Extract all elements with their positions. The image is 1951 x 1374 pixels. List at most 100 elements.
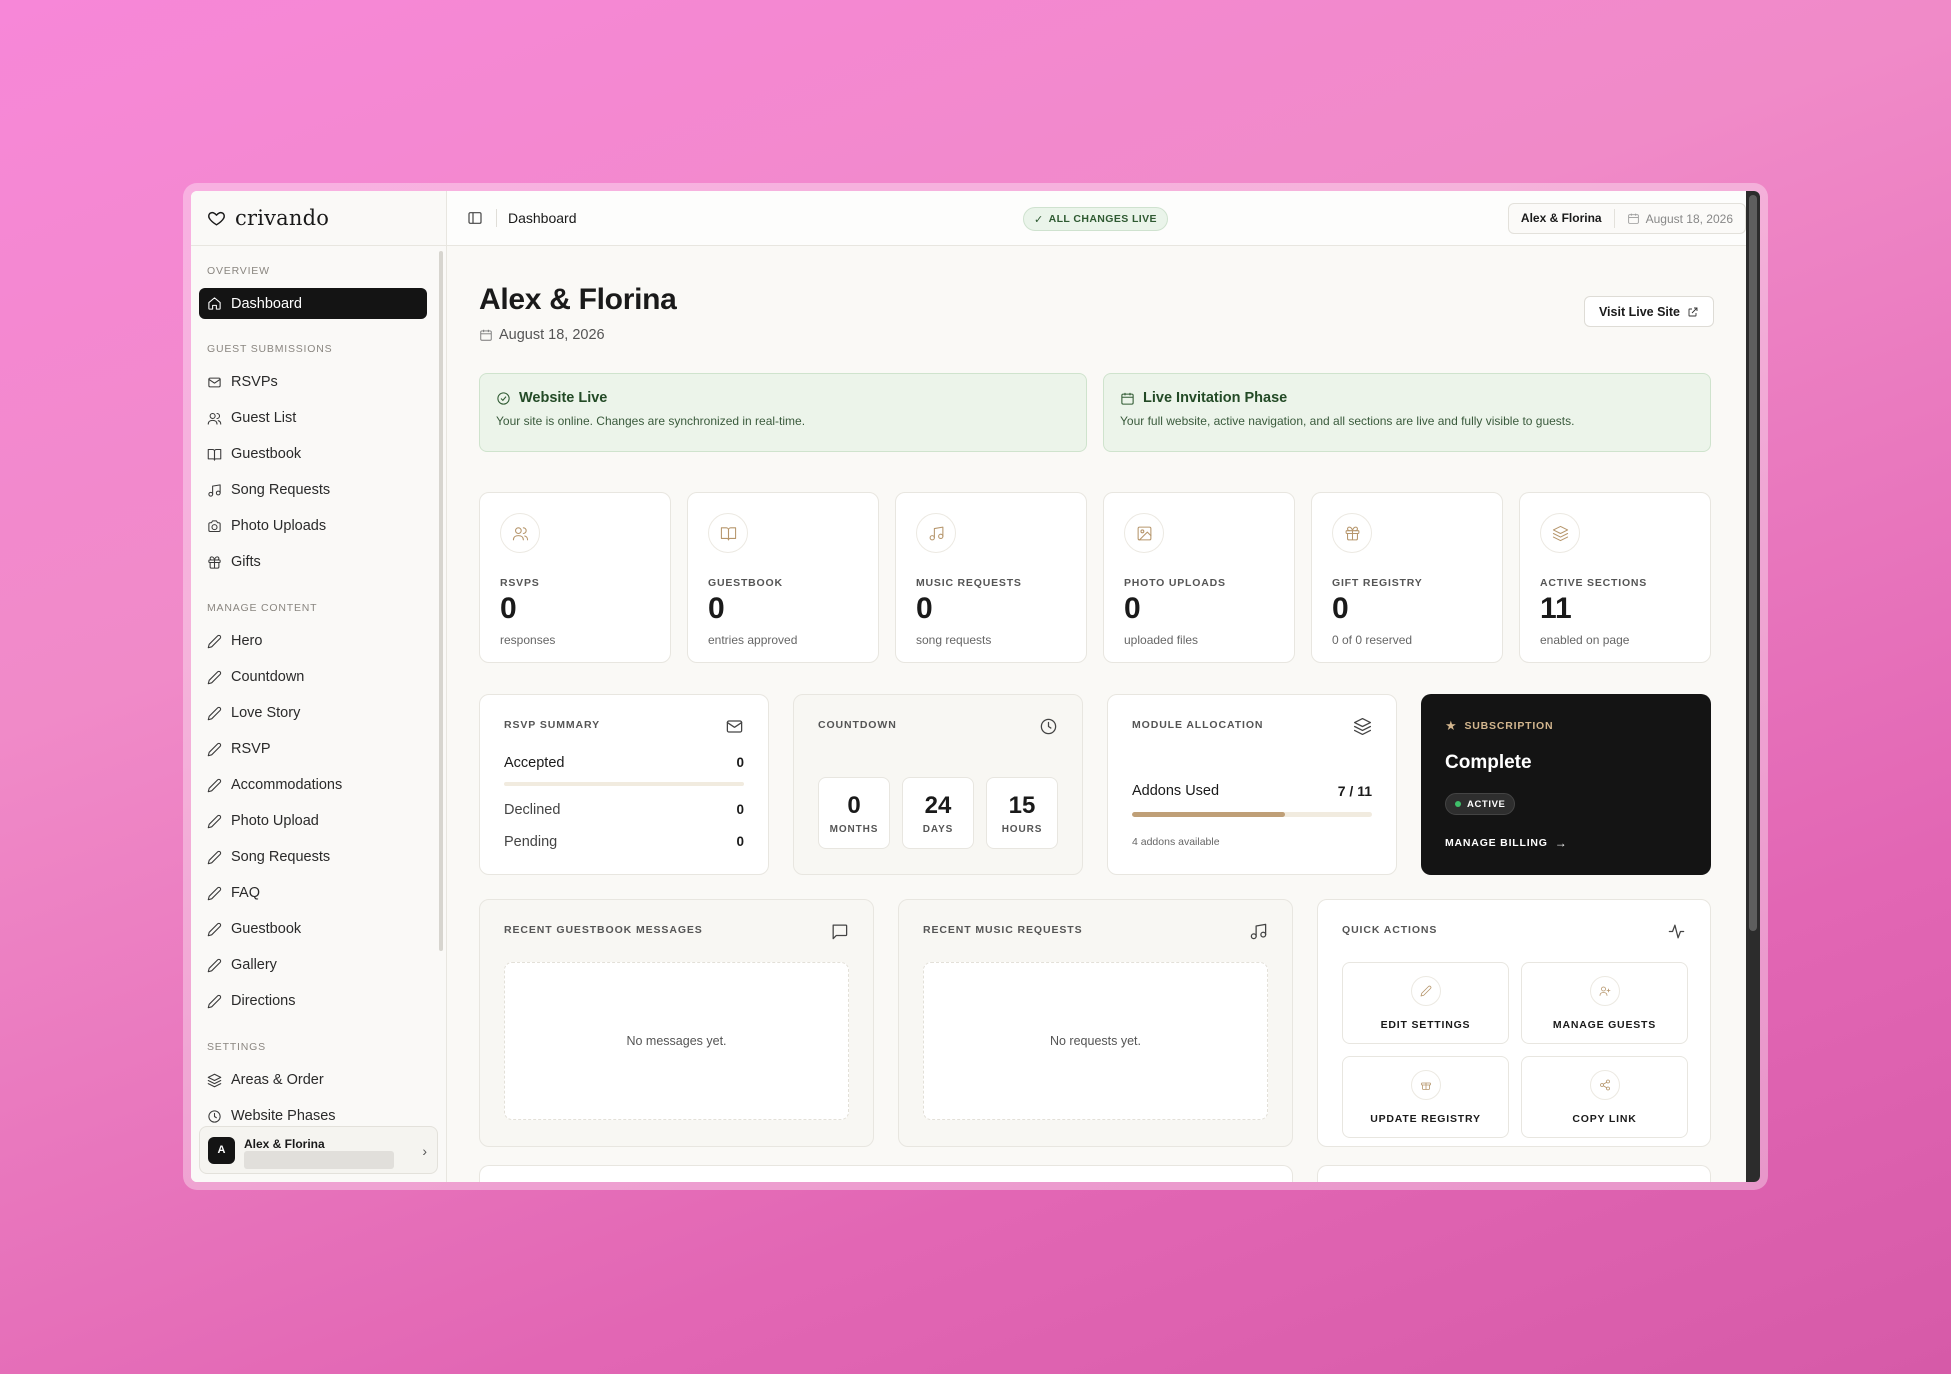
layers-icon — [207, 1073, 222, 1087]
sidebar-item-faq[interactable]: FAQ — [199, 877, 438, 909]
clock-icon — [1040, 718, 1057, 735]
card-title: RSVP SUMMARY — [504, 719, 600, 731]
stat-card-guestbook[interactable]: GUESTBOOK 0 entries approved — [687, 492, 879, 663]
stat-value: 0 — [1332, 592, 1349, 625]
sidebar-item-label: Countdown — [231, 669, 305, 685]
pencil-icon — [207, 670, 222, 684]
sidebar-item-label: RSVP — [231, 741, 271, 757]
sidebar-toggle-icon[interactable] — [467, 210, 483, 226]
sidebar-item-hero[interactable]: Hero — [199, 625, 438, 657]
stat-value: 0 — [500, 592, 517, 625]
stat-card-active-sections[interactable]: ACTIVE SECTIONS 11 enabled on page — [1519, 492, 1711, 663]
sidebar-item-label: Areas & Order — [231, 1072, 324, 1088]
update-registry-button[interactable]: UPDATE REGISTRY — [1342, 1056, 1509, 1138]
visit-live-site-button[interactable]: Visit Live Site — [1583, 296, 1714, 327]
stat-card-photo-uploads[interactable]: PHOTO UPLOADS 0 uploaded files — [1103, 492, 1295, 663]
addons-used-value: 7 / 11 — [1337, 783, 1372, 799]
copy-link-button[interactable]: COPY LINK — [1521, 1056, 1688, 1138]
banner-title: Website Live — [519, 390, 608, 406]
gift-icon — [208, 555, 221, 569]
topbar: Dashboard ✓ ALL CHANGES LIVE Alex & Flor… — [447, 191, 1760, 246]
page-scrollbar[interactable] — [1746, 191, 1760, 1182]
stat-value: 11 — [1540, 592, 1572, 625]
stat-card-gift-registry[interactable]: GIFT REGISTRY 0 0 of 0 reserved — [1311, 492, 1503, 663]
sidebar-item-dashboard[interactable]: Dashboard — [199, 288, 427, 319]
countdown-hours-value: 15 — [1008, 792, 1036, 819]
pencil-icon — [207, 994, 222, 1008]
check-icon: ✓ — [1034, 213, 1044, 226]
mail-icon — [208, 377, 221, 387]
card-title: QUICK ACTIONS — [1342, 924, 1438, 936]
countdown-hours-label: HOURS — [1001, 824, 1043, 835]
stat-value: 0 — [1124, 592, 1141, 625]
sidebar-item-guestbook[interactable]: Guestbook — [199, 438, 438, 470]
clock-icon — [208, 1109, 221, 1123]
stat-card-music-requests[interactable]: MUSIC REQUESTS 0 song requests — [895, 492, 1087, 663]
stat-subtext: responses — [500, 633, 556, 647]
sidebar-item-photo-upload[interactable]: Photo Upload — [199, 805, 438, 837]
music-icon — [916, 513, 956, 553]
image-icon — [1124, 513, 1164, 553]
stat-card-rsvps[interactable]: RSVPS 0 responses — [479, 492, 671, 663]
pencil-icon — [207, 814, 222, 828]
brand[interactable]: crivando — [191, 191, 446, 246]
pencil-icon — [207, 958, 222, 972]
dashboard-content: Alex & Florina August 18, 2026 Visit Liv… — [447, 247, 1746, 1182]
sidebar-item-gifts[interactable]: Gifts — [199, 546, 438, 578]
stat-label: GIFT REGISTRY — [1332, 577, 1423, 589]
sidebar-item-areas-order[interactable]: Areas & Order — [199, 1064, 438, 1096]
sidebar-item-photo-uploads[interactable]: Photo Uploads — [199, 510, 438, 542]
manage-billing-link[interactable]: MANAGE BILLING → — [1445, 836, 1568, 850]
camera-icon — [208, 519, 221, 532]
stat-subtext: 0 of 0 reserved — [1332, 633, 1413, 647]
sidebar-item-song-requests[interactable]: Song Requests — [199, 474, 438, 506]
sidebar-item-guest-list[interactable]: Guest List — [199, 402, 438, 434]
layers-icon — [1353, 717, 1372, 736]
sidebar-item-guestbook-content[interactable]: Guestbook — [199, 913, 438, 945]
wedding-date: August 18, 2026 — [479, 327, 605, 343]
sidebar-item-label: Website Phases — [231, 1108, 336, 1124]
couple-name: Alex & Florina — [1509, 209, 1615, 228]
edit-settings-button[interactable]: EDIT SETTINGS — [1342, 962, 1509, 1044]
quick-actions-card: QUICK ACTIONS EDIT SETTINGS MANAGE GUEST… — [1317, 899, 1711, 1147]
rsvp-declined-value: 0 — [736, 802, 744, 817]
pencil-icon — [207, 850, 222, 864]
next-card-row — [479, 1165, 1293, 1182]
status-badge-label: ACTIVE — [1467, 798, 1506, 810]
sidebar-item-love-story[interactable]: Love Story — [199, 697, 438, 729]
addons-progress-bar — [1132, 812, 1372, 817]
rsvp-accepted-value: 0 — [736, 755, 744, 770]
sidebar-item-label: Dashboard — [231, 295, 302, 312]
star-icon: ★ — [1445, 718, 1458, 733]
activity-icon — [1668, 924, 1685, 939]
sidebar-item-rsvps[interactable]: RSVPs — [199, 366, 438, 398]
stat-value: 0 — [708, 592, 725, 625]
sidebar-item-website-phases[interactable]: Website Phases — [199, 1100, 438, 1124]
sidebar-item-gallery[interactable]: Gallery — [199, 949, 438, 981]
countdown-months-label: MONTHS — [829, 824, 879, 835]
breadcrumb: Dashboard — [508, 210, 577, 226]
share-icon — [1589, 1070, 1620, 1100]
sidebar-item-directions[interactable]: Directions — [199, 985, 438, 1017]
sidebar-item-label: Song Requests — [231, 482, 331, 498]
addons-progress-fill — [1132, 812, 1285, 817]
gift-icon — [1332, 513, 1372, 553]
sidebar-item-song-requests-content[interactable]: Song Requests — [199, 841, 438, 873]
manage-guests-button[interactable]: MANAGE GUESTS — [1521, 962, 1688, 1044]
sidebar-scrollbar[interactable] — [439, 251, 443, 951]
sidebar-item-countdown[interactable]: Countdown — [199, 661, 438, 693]
sidebar-item-rsvp[interactable]: RSVP — [199, 733, 438, 765]
next-card-row — [1317, 1165, 1711, 1182]
sidebar-item-label: Photo Upload — [231, 813, 319, 829]
user-menu[interactable]: A Alex & Florina › — [199, 1126, 438, 1174]
pencil-icon — [207, 742, 222, 756]
pencil-icon — [207, 922, 222, 936]
stat-value: 0 — [916, 592, 933, 625]
users-icon — [500, 513, 540, 553]
invitation-phase-banner: Live Invitation Phase Your full website,… — [1103, 373, 1711, 452]
stat-label: ACTIVE SECTIONS — [1540, 577, 1648, 589]
sidebar-item-accommodations[interactable]: Accommodations — [199, 769, 438, 801]
recent-music-card: RECENT MUSIC REQUESTS No requests yet. — [898, 899, 1293, 1147]
calendar-icon — [1627, 213, 1639, 224]
scrollbar-thumb[interactable] — [1749, 195, 1757, 931]
